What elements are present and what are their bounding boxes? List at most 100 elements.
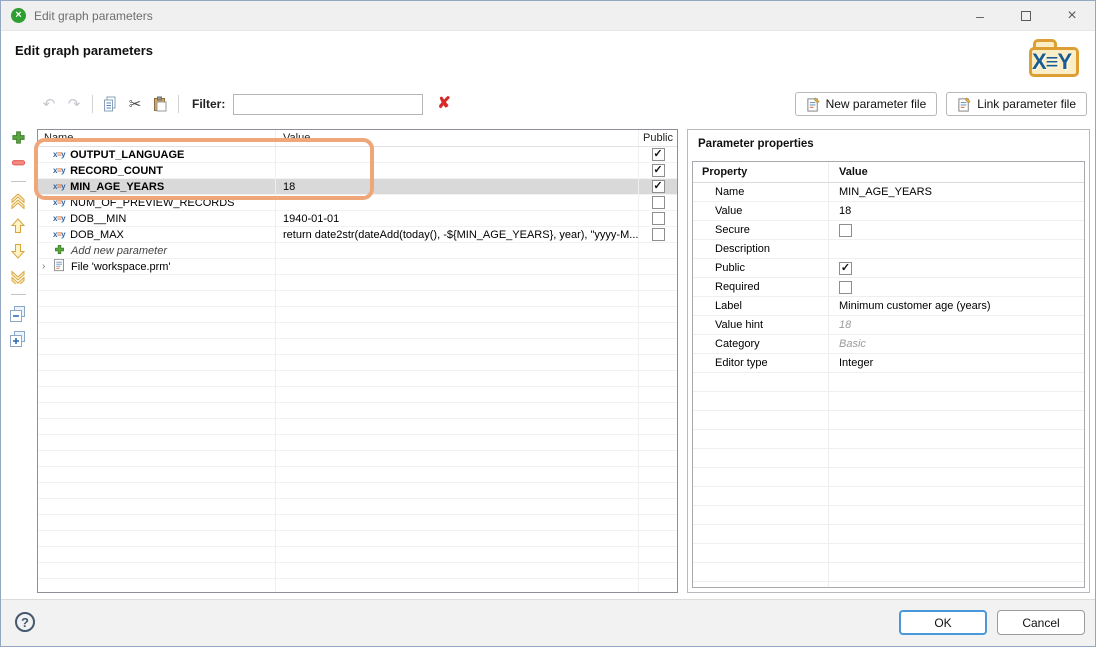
empty-property-row xyxy=(693,563,1084,582)
public-checkbox[interactable]: ✓ xyxy=(652,148,665,161)
parameter-icon: x=y xyxy=(53,198,65,207)
secure-checkbox[interactable] xyxy=(839,224,852,237)
parameter-row[interactable]: x=y DOB_MAX return date2str(dateAdd(today(… xyxy=(38,227,677,243)
parameter-row[interactable]: x=yOUTPUT_LANGUAGE✓ xyxy=(38,147,677,163)
empty-property-row xyxy=(693,506,1084,525)
collapse-all-icon[interactable] xyxy=(10,305,27,322)
maximize-button[interactable] xyxy=(1003,1,1049,31)
titlebar[interactable]: × Edit graph parameters – × xyxy=(1,1,1095,31)
public-checkbox[interactable] xyxy=(652,212,665,225)
property-row[interactable]: Description xyxy=(693,240,1084,259)
empty-property-row xyxy=(693,525,1084,544)
property-value[interactable]: Integer xyxy=(839,357,873,369)
move-top-icon[interactable] xyxy=(10,192,27,209)
public-checkbox[interactable] xyxy=(652,196,665,209)
move-bottom-icon[interactable] xyxy=(10,267,27,284)
property-row[interactable]: Name MIN_AGE_YEARS xyxy=(693,183,1084,202)
empty-row xyxy=(38,419,677,435)
minimize-button[interactable]: – xyxy=(957,1,1003,31)
new-parameter-file-button[interactable]: New parameter file xyxy=(795,92,938,116)
empty-property-row xyxy=(693,487,1084,506)
required-checkbox[interactable] xyxy=(839,281,852,294)
parameter-name: DOB__MIN xyxy=(70,213,126,225)
property-row[interactable]: Public ✓ xyxy=(693,259,1084,278)
cancel-button[interactable]: Cancel xyxy=(997,610,1085,635)
empty-row xyxy=(38,323,677,339)
public-checkbox[interactable]: ✓ xyxy=(652,164,665,177)
empty-property-row xyxy=(693,411,1084,430)
clear-filter-icon[interactable]: ✘ xyxy=(437,96,450,112)
table-header: Name Value Public xyxy=(38,130,677,147)
add-parameter-icon[interactable] xyxy=(10,129,27,146)
property-value[interactable]: Basic xyxy=(839,338,866,350)
property-value[interactable]: 18 xyxy=(839,205,851,217)
parameter-value[interactable]: 18 xyxy=(276,179,639,194)
undo-icon[interactable]: ↶ xyxy=(39,94,59,114)
public-checkbox[interactable]: ✓ xyxy=(652,180,665,193)
remove-parameter-icon[interactable] xyxy=(10,154,27,171)
expand-chevron-icon[interactable]: › xyxy=(42,261,50,272)
parameter-value[interactable] xyxy=(276,163,639,178)
property-row[interactable]: Secure xyxy=(693,221,1084,240)
move-up-icon[interactable] xyxy=(10,217,27,234)
empty-row xyxy=(38,371,677,387)
property-name: Description xyxy=(693,240,829,258)
property-value[interactable]: MIN_AGE_YEARS xyxy=(839,186,932,198)
copy-icon[interactable] xyxy=(100,94,120,114)
parameter-icon: x=y xyxy=(53,230,65,239)
property-row[interactable]: LabelMinimum customer age (years) xyxy=(693,297,1084,316)
public-checkbox[interactable] xyxy=(652,228,665,241)
close-button[interactable]: × xyxy=(1049,1,1095,31)
add-new-parameter-label: Add new parameter xyxy=(71,245,167,257)
parameter-name: NUM_OF_PREVIEW_RECORDS xyxy=(70,197,234,209)
clover-app-icon: × xyxy=(11,8,26,23)
parameter-row[interactable]: x=yMIN_AGE_YEARS18✓ xyxy=(38,179,677,195)
property-name: Value xyxy=(693,202,829,220)
parameter-name: DOB_MAX xyxy=(70,229,124,241)
property-row[interactable]: Editor typeInteger xyxy=(693,354,1084,373)
empty-row xyxy=(38,579,677,593)
page-title: Edit graph parameters xyxy=(15,43,153,58)
property-value[interactable]: Minimum customer age (years) xyxy=(839,300,991,312)
property-row[interactable]: Required xyxy=(693,278,1084,297)
cut-icon[interactable]: ✂ xyxy=(125,94,145,114)
side-toolbar-separator xyxy=(11,294,26,295)
move-down-icon[interactable] xyxy=(10,242,27,259)
property-value[interactable]: 18 xyxy=(839,319,851,331)
parameter-row[interactable]: x=yRECORD_COUNT✓ xyxy=(38,163,677,179)
parameter-file-row[interactable]: ›File 'workspace.prm' xyxy=(38,259,677,275)
empty-row xyxy=(38,499,677,515)
help-icon[interactable]: ? xyxy=(15,612,35,632)
empty-row xyxy=(38,307,677,323)
filter-input[interactable] xyxy=(233,94,423,115)
parameter-row[interactable]: x=y NUM_OF_PREVIEW_RECORDS xyxy=(38,195,677,211)
column-header-property: Property xyxy=(693,162,829,182)
add-new-parameter-row[interactable]: Add new parameter xyxy=(38,243,677,259)
empty-row xyxy=(38,355,677,371)
parameter-icon: x=y xyxy=(53,166,65,175)
empty-property-row xyxy=(693,468,1084,487)
property-name: Name xyxy=(693,183,829,201)
public-checkbox[interactable]: ✓ xyxy=(839,262,852,275)
paste-icon[interactable] xyxy=(150,94,170,114)
property-row[interactable]: Value hint18 xyxy=(693,316,1084,335)
parameter-value[interactable] xyxy=(276,195,639,210)
expand-all-icon[interactable] xyxy=(10,330,27,347)
parameter-value[interactable] xyxy=(276,147,639,162)
link-parameter-file-button[interactable]: Link parameter file xyxy=(946,92,1087,116)
empty-row xyxy=(38,515,677,531)
parameters-table: Name Value Public x=yOUTPUT_LANGUAGE✓x=y… xyxy=(37,129,678,593)
link-parameter-file-label: Link parameter file xyxy=(977,97,1076,111)
redo-icon[interactable]: ↷ xyxy=(64,94,84,114)
parameter-icon: x=y xyxy=(53,150,65,159)
parameter-row[interactable]: x=yDOB__MIN1940-01-01 xyxy=(38,211,677,227)
ok-button[interactable]: OK xyxy=(899,610,987,635)
toolbar: ↶ ↷ ✂ Filter: ✘ New parameter file Link … xyxy=(1,87,1095,121)
property-name: Required xyxy=(693,278,829,296)
property-name: Public xyxy=(693,259,829,277)
parameter-value[interactable]: return date2str(dateAdd(today(), -${MIN_… xyxy=(276,227,639,242)
parameter-value[interactable]: 1940-01-01 xyxy=(276,211,639,226)
property-row[interactable]: Value 18 xyxy=(693,202,1084,221)
property-row[interactable]: CategoryBasic xyxy=(693,335,1084,354)
empty-row xyxy=(38,275,677,291)
